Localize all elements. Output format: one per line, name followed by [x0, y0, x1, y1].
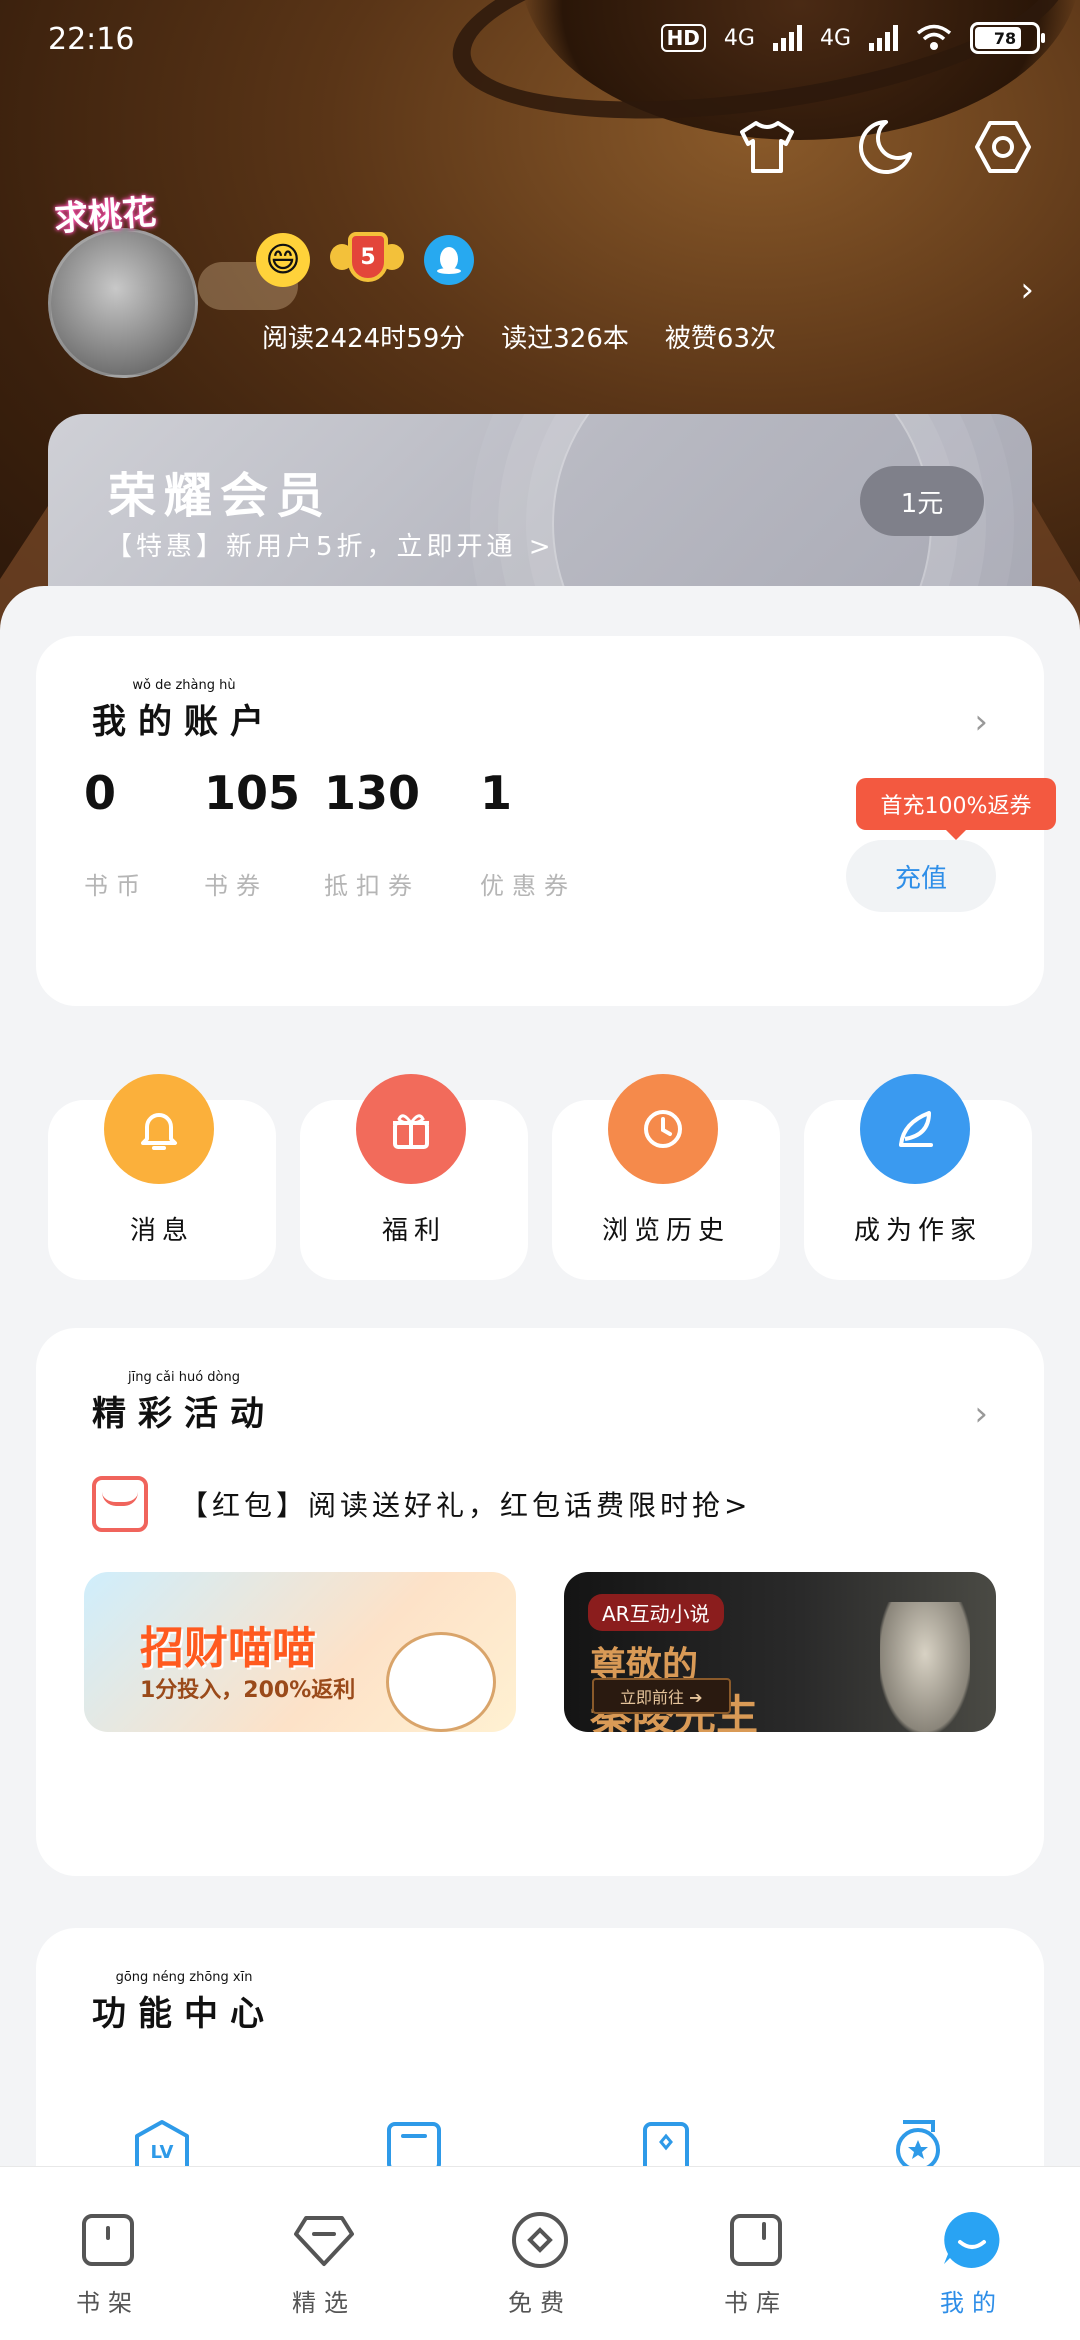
- nav-library[interactable]: 书库: [648, 2167, 864, 2340]
- signal-label: 4G: [819, 25, 851, 51]
- recharge-promo-tag: 首充100%返券: [856, 778, 1056, 840]
- nav-bookshelf[interactable]: 书架: [0, 2167, 216, 2340]
- lucky-cat-banner[interactable]: 招财喵喵 1分投入，200%返利: [84, 1572, 516, 1732]
- profile-icon: [939, 2207, 1005, 2273]
- shortcut-messages[interactable]: 消息: [48, 1074, 276, 1280]
- shortcut-welfare[interactable]: 福利: [300, 1074, 528, 1280]
- account-card: wǒ de zhàng hù 我的账户 › 0 书币 105 书券 130 抵扣…: [36, 636, 1056, 1006]
- gift-icon: [356, 1074, 466, 1184]
- likes-received: 被赞63次: [664, 324, 776, 354]
- banner-go-button[interactable]: 立即前往 ➔: [592, 1678, 731, 1714]
- vip-buy-button[interactable]: 1元: [860, 466, 984, 536]
- chevron-right-icon[interactable]: ›: [974, 1394, 988, 1434]
- free-icon: [507, 2207, 573, 2273]
- nav-free[interactable]: 免费: [432, 2167, 648, 2340]
- avatar[interactable]: [48, 228, 198, 378]
- wifi-icon: [916, 24, 952, 50]
- feather-icon: [860, 1074, 970, 1184]
- status-time: 22:16: [48, 22, 135, 57]
- qq-penguin-icon[interactable]: [424, 235, 474, 285]
- shortcut-history[interactable]: 浏览历史: [552, 1074, 780, 1280]
- lucky-cat-illustration: [386, 1632, 496, 1732]
- smile-emoji-icon[interactable]: 😄: [256, 233, 310, 287]
- bell-icon: [104, 1074, 214, 1184]
- night-mode-moon-icon[interactable]: [856, 118, 914, 176]
- nav-profile[interactable]: 我的: [864, 2167, 1080, 2340]
- books-read: 读过326本: [501, 324, 629, 354]
- bookshelf-icon: [75, 2207, 141, 2273]
- account-item-coins[interactable]: 0 书币: [84, 766, 204, 901]
- account-item-vouchers[interactable]: 105 书券: [204, 766, 324, 901]
- banner-title: 招财喵喵: [140, 1623, 316, 1674]
- vip-subtitle[interactable]: 【特惠】新用户5折，立即开通 >: [106, 526, 555, 563]
- reading-time: 阅读2424时59分: [262, 324, 466, 354]
- shortcut-row: 消息 福利 浏览历史 成为作家: [48, 1074, 1032, 1280]
- library-icon: [723, 2207, 789, 2273]
- signal-label: 4G: [723, 25, 755, 51]
- tshirt-icon[interactable]: [738, 118, 796, 176]
- signal-strength-icon: [869, 25, 898, 51]
- featured-icon: [291, 2207, 357, 2273]
- battery-level: 78: [993, 28, 1017, 48]
- signal-strength-icon: [772, 25, 802, 51]
- chevron-right-icon[interactable]: ›: [974, 702, 988, 742]
- terracotta-statue-illustration: [880, 1602, 970, 1732]
- activities-title: jīng cǎi huó dòng 精彩活动: [92, 1370, 276, 1434]
- recharge-button[interactable]: 充值: [846, 840, 996, 912]
- account-title: wǒ de zhàng hù 我的账户: [92, 678, 276, 742]
- ar-novel-banner[interactable]: AR互动小说 尊敬的 秦陵先生 立即前往 ➔: [564, 1572, 996, 1732]
- account-item-coupons[interactable]: 1 优惠券: [480, 766, 600, 901]
- clock-icon: [608, 1074, 718, 1184]
- vip-title: 荣耀会员: [108, 468, 333, 524]
- settings-hexagon-icon[interactable]: [974, 118, 1032, 176]
- banner-subtitle: 1分投入，200%返利: [140, 1678, 356, 1703]
- svg-text:LV: LV: [151, 2142, 174, 2163]
- level-badge-icon[interactable]: 5: [330, 232, 404, 288]
- nav-featured[interactable]: 精选: [216, 2167, 432, 2340]
- battery-icon: 78: [970, 22, 1045, 54]
- hd-badge: HD: [660, 24, 706, 52]
- red-packet-icon: [92, 1476, 148, 1532]
- chevron-right-icon[interactable]: ›: [1020, 270, 1034, 310]
- bottom-navigation: 书架 精选 免费 书库 我的: [0, 2166, 1080, 2340]
- red-packet-promo[interactable]: 【红包】阅读送好礼，红包话费限时抢>: [92, 1476, 751, 1532]
- account-item-deduction[interactable]: 130 抵扣券: [324, 766, 480, 901]
- banner-tag: AR互动小说: [588, 1594, 724, 1631]
- avatar-frame-tag: 求桃花: [52, 192, 158, 240]
- reading-stats: 阅读2424时59分 读过326本 被赞63次: [262, 318, 776, 355]
- status-bar: 22:16 HD 4G 4G 78: [0, 0, 1080, 80]
- function-center-title: gōng néng zhōng xīn 功能中心: [92, 1970, 276, 2034]
- activities-card: jīng cǎi huó dòng 精彩活动 › 【红包】阅读送好礼，红包话费限…: [36, 1328, 1044, 1876]
- shortcut-become-writer[interactable]: 成为作家: [804, 1074, 1032, 1280]
